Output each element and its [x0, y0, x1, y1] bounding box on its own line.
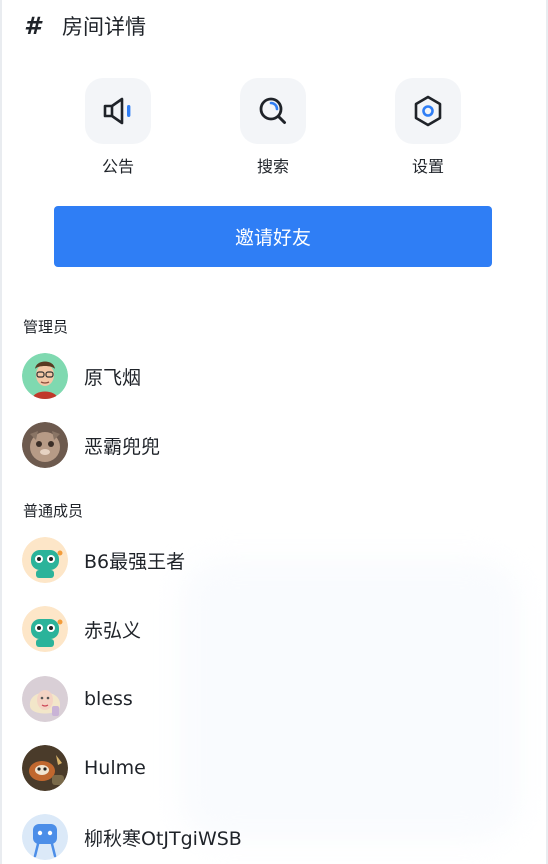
member-row[interactable]: 恶霸兜兜 [22, 422, 160, 468]
avatar [22, 353, 68, 399]
page-title: 房间详情 [62, 15, 146, 39]
avatar [22, 606, 68, 652]
member-name: B6最强王者 [84, 550, 186, 573]
avatar [22, 676, 68, 722]
action-bar: 公告 搜索 设置 [0, 78, 548, 178]
member-name: 赤弘义 [84, 619, 142, 642]
invite-friends-button[interactable]: 邀请好友 [54, 206, 492, 267]
avatar [22, 537, 68, 583]
search-icon[interactable] [240, 78, 306, 144]
search-label: 搜索 [256, 157, 289, 176]
member-row[interactable]: B6最强王者 [22, 537, 185, 583]
announcement-button[interactable]: 公告 [78, 78, 158, 177]
member-name: Hulme [84, 757, 146, 779]
settings-label: 设置 [411, 157, 444, 176]
member-row[interactable]: bless [22, 676, 133, 722]
avatar [22, 745, 68, 791]
search-button[interactable]: 搜索 [233, 78, 313, 177]
background-shade [180, 560, 520, 840]
page-header: # 房间详情 [24, 10, 146, 42]
member-name: bless [84, 688, 133, 710]
avatar [22, 814, 68, 860]
member-row[interactable]: 原飞烟 [22, 353, 141, 399]
megaphone-icon[interactable] [85, 78, 151, 144]
member-row[interactable]: 赤弘义 [22, 606, 141, 652]
member-name: 原飞烟 [84, 366, 142, 389]
avatar [22, 422, 68, 468]
gear-icon[interactable] [395, 78, 461, 144]
announcement-label: 公告 [101, 157, 134, 176]
section-admins-title: 管理员 [23, 318, 69, 336]
settings-button[interactable]: 设置 [388, 78, 468, 177]
member-name: 柳秋寒OtJTgiWSB [84, 827, 242, 850]
member-row[interactable]: 柳秋寒OtJTgiWSB [22, 814, 242, 860]
member-name: 恶霸兜兜 [84, 435, 161, 458]
member-row[interactable]: Hulme [22, 745, 146, 791]
hash-icon: # [24, 12, 41, 40]
section-members-title: 普通成员 [23, 502, 84, 520]
